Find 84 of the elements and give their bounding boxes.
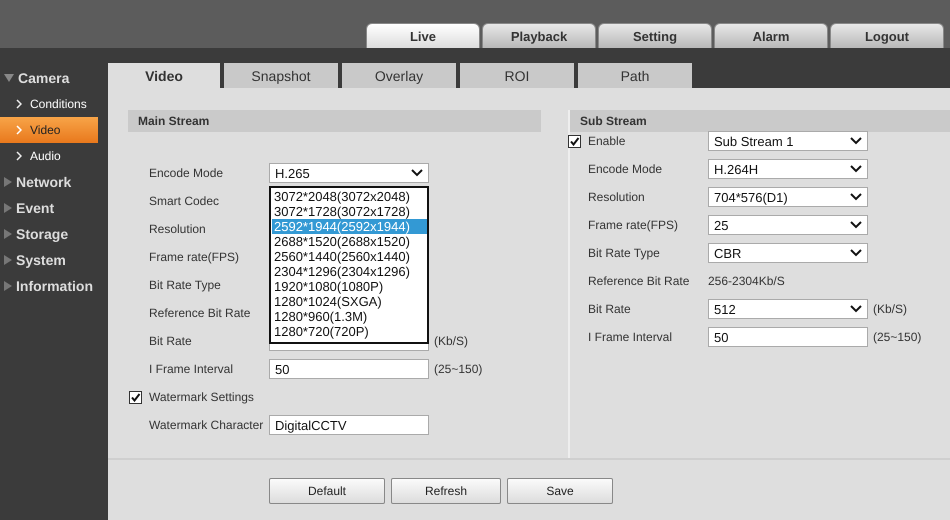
field-label: Bit Rate: [149, 334, 193, 348]
value-text: 256-2304Kb/S: [708, 274, 786, 288]
triangle-down-icon: [4, 74, 14, 82]
field-label: Reference Bit Rate: [149, 306, 252, 320]
field-label: Bit Rate: [588, 302, 632, 316]
dropdown-option[interactable]: 3072*1728(3072x1728): [272, 204, 427, 219]
section-header: Sub Stream: [570, 110, 950, 132]
field-label: Frame rate(FPS): [149, 250, 240, 264]
sidebar-group[interactable]: Storage: [0, 221, 98, 247]
unit-text: (25~150): [433, 362, 484, 376]
sidebar-group[interactable]: Event: [0, 195, 98, 221]
dropdown-option[interactable]: 1280*720(720P): [272, 324, 427, 339]
dropdown-option[interactable]: 1920*1080(1080P): [272, 279, 427, 294]
field-label: Reference Bit Rate: [588, 274, 690, 288]
field-label: Bit Rate Type: [588, 246, 661, 260]
chevron-down-icon: [850, 249, 862, 257]
chevron-down-icon: [411, 169, 423, 177]
action-button[interactable]: Default: [269, 478, 385, 504]
tab[interactable]: Video: [108, 63, 220, 88]
sidebar-group[interactable]: Camera: [0, 65, 98, 91]
sidebar-item[interactable]: Video: [0, 117, 98, 143]
select-field[interactable]: Sub Stream 1: [708, 131, 868, 151]
input-field[interactable]: 50: [269, 359, 429, 379]
top-menu-tab[interactable]: Setting: [598, 23, 712, 48]
chevron-down-icon: [850, 137, 862, 145]
unit-text: (25~150): [872, 330, 922, 344]
sidebar-group[interactable]: System: [0, 247, 98, 273]
tab[interactable]: Overlay: [342, 63, 456, 88]
field-label: Smart Codec: [149, 194, 220, 208]
dropdown-option[interactable]: 2304*1296(2304x1296): [272, 264, 427, 279]
dropdown-option[interactable]: 1280*960(1.3M): [272, 309, 427, 324]
field-label: Watermark Character: [149, 418, 264, 432]
dropdown-option[interactable]: 2560*1440(2560x1440): [272, 249, 427, 264]
dropdown-option[interactable]: 2688*1520(2688x1520): [272, 234, 427, 249]
dropdown-option[interactable]: 1280*1024(SXGA): [272, 294, 427, 309]
select-field[interactable]: 512: [708, 299, 868, 319]
action-button[interactable]: Refresh: [391, 478, 501, 504]
input-field[interactable]: 50: [708, 327, 868, 347]
sidebar-item[interactable]: Conditions: [0, 91, 98, 117]
triangle-right-icon: [4, 281, 12, 291]
field-label: Resolution: [149, 222, 207, 236]
tab[interactable]: Path: [578, 63, 692, 88]
tab[interactable]: Snapshot: [224, 63, 338, 88]
select-field[interactable]: H.265: [269, 163, 429, 183]
chevron-down-icon: [850, 221, 862, 229]
select-field[interactable]: H.264H: [708, 159, 868, 179]
chevron-down-icon: [850, 305, 862, 313]
checkbox[interactable]: [568, 134, 581, 148]
unit-text: (Kb/S): [433, 334, 470, 348]
triangle-right-icon: [4, 255, 12, 265]
sidebar-group[interactable]: Network: [0, 169, 98, 195]
checkbox[interactable]: [129, 390, 142, 404]
chevron-down-icon: [850, 165, 862, 173]
unit-text: (Kb/S): [872, 302, 908, 316]
select-field[interactable]: 25: [708, 215, 868, 235]
top-menu-tab[interactable]: Logout: [830, 23, 944, 48]
field-label: Encode Mode: [588, 162, 664, 176]
top-menu-tab[interactable]: Live: [366, 23, 480, 48]
field-label: Watermark Settings: [149, 390, 255, 404]
chevron-right-icon: [16, 99, 22, 109]
sidebar-item[interactable]: Audio: [0, 143, 98, 169]
section-header: Main Stream: [128, 110, 541, 132]
triangle-right-icon: [4, 177, 12, 187]
field-label: Encode Mode: [149, 166, 224, 180]
chevron-down-icon: [850, 193, 862, 201]
dropdown-option[interactable]: 3072*2048(3072x2048): [272, 189, 427, 204]
action-button[interactable]: Save: [507, 478, 613, 504]
sidebar-group[interactable]: Information: [0, 273, 98, 299]
chevron-right-icon: [16, 125, 22, 135]
chevron-right-icon: [16, 151, 22, 161]
triangle-right-icon: [4, 229, 12, 239]
field-label: Frame rate(FPS): [588, 218, 680, 232]
top-menu-tab[interactable]: Playback: [482, 23, 596, 48]
field-label: I Frame Interval: [149, 362, 234, 376]
field-label: Bit Rate Type: [149, 278, 222, 292]
field-label: Resolution: [588, 190, 646, 204]
field-label: Enable: [588, 134, 626, 148]
tab[interactable]: ROI: [460, 63, 574, 88]
triangle-right-icon: [4, 203, 12, 213]
top-menu-tab[interactable]: Alarm: [714, 23, 828, 48]
input-field[interactable]: DigitalCCTV: [269, 415, 429, 435]
field-label: I Frame Interval: [588, 330, 674, 344]
select-field[interactable]: CBR: [708, 243, 868, 263]
select-field[interactable]: 704*576(D1): [708, 187, 868, 207]
